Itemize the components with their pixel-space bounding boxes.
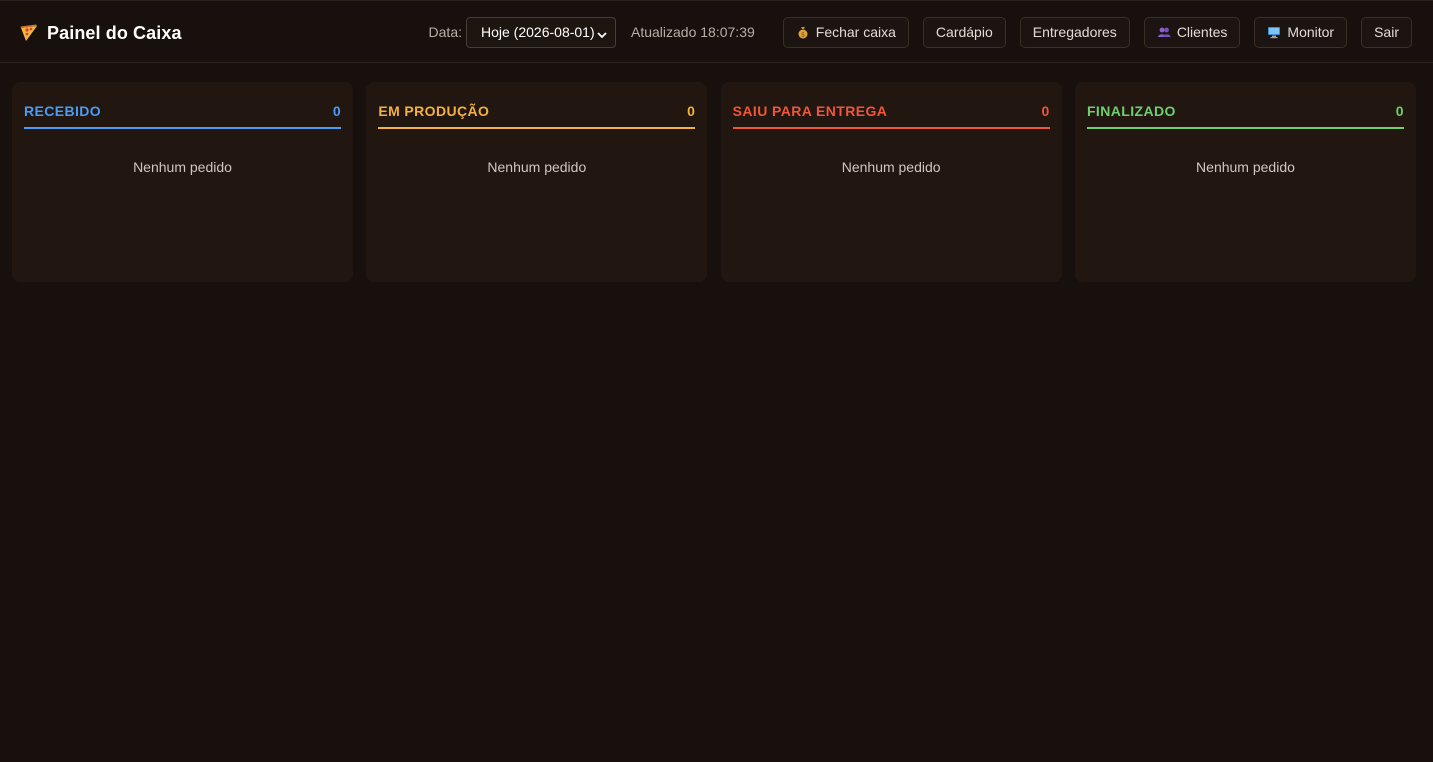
monitor-icon — [1267, 25, 1281, 39]
orders-board: RECEBIDO 0 Nenhum pedido EM PRODUÇÃO 0 N… — [12, 82, 1416, 282]
couriers-button[interactable]: Entregadores — [1019, 16, 1130, 48]
pizza-icon — [19, 23, 39, 43]
empty-state: Nenhum pedido — [1196, 159, 1295, 175]
empty-state: Nenhum pedido — [133, 159, 232, 175]
monitor-label: Monitor — [1287, 24, 1335, 40]
column-header: RECEBIDO 0 — [24, 102, 341, 129]
date-select-value: Hoje (2026-08-01) — [481, 24, 595, 40]
updated-timestamp: Atualizado 18:07:39 — [631, 24, 755, 40]
logout-button[interactable]: Sair — [1361, 16, 1412, 48]
empty-state: Nenhum pedido — [841, 159, 941, 175]
column-header: FINALIZADO 0 — [1086, 102, 1404, 129]
column-count: 0 — [1041, 103, 1050, 119]
column-finished: FINALIZADO 0 Nenhum pedido — [1074, 82, 1416, 282]
toolbar: Data: Hoje (2026-08-01) Atualizado 18:07… — [429, 16, 1412, 48]
close-register-button[interactable]: $ Fechar caixa — [782, 16, 909, 48]
column-header: SAIU PARA ENTREGA 0 — [732, 102, 1050, 129]
svg-text:$: $ — [801, 32, 805, 39]
column-count: 0 — [687, 103, 696, 119]
column-in-production: EM PRODUÇÃO 0 Nenhum pedido — [366, 82, 708, 282]
menu-label: Cardápio — [935, 24, 993, 40]
column-title: EM PRODUÇÃO — [378, 103, 490, 119]
date-label: Data: — [428, 24, 462, 40]
column-count: 0 — [332, 103, 341, 119]
column-out-for-delivery: SAIU PARA ENTREGA 0 Nenhum pedido — [720, 82, 1062, 282]
column-received: RECEBIDO 0 Nenhum pedido — [12, 82, 353, 282]
column-title: SAIU PARA ENTREGA — [732, 103, 888, 119]
users-icon — [1157, 25, 1171, 39]
page-title: Painel do Caixa — [47, 22, 182, 43]
logout-label: Sair — [1374, 24, 1399, 40]
column-header: EM PRODUÇÃO 0 — [378, 102, 696, 129]
money-bag-icon: $ — [796, 25, 810, 39]
clients-label: Clientes — [1176, 24, 1228, 40]
brand: Painel do Caixa — [19, 21, 182, 45]
empty-state: Nenhum pedido — [487, 159, 587, 175]
menu-button[interactable]: Cardápio — [922, 16, 1006, 48]
date-select[interactable]: Hoje (2026-08-01) — [466, 16, 616, 48]
column-count: 0 — [1395, 103, 1404, 119]
column-title: RECEBIDO — [24, 103, 102, 119]
chevron-down-icon — [597, 27, 607, 39]
close-register-label: Fechar caixa — [815, 24, 896, 40]
top-bar: Painel do Caixa Data: Hoje (2026-08-01) … — [0, 0, 1433, 63]
clients-button[interactable]: Clientes — [1143, 16, 1241, 48]
monitor-button[interactable]: Monitor — [1254, 16, 1348, 48]
column-title: FINALIZADO — [1086, 103, 1176, 119]
couriers-label: Entregadores — [1032, 24, 1117, 40]
